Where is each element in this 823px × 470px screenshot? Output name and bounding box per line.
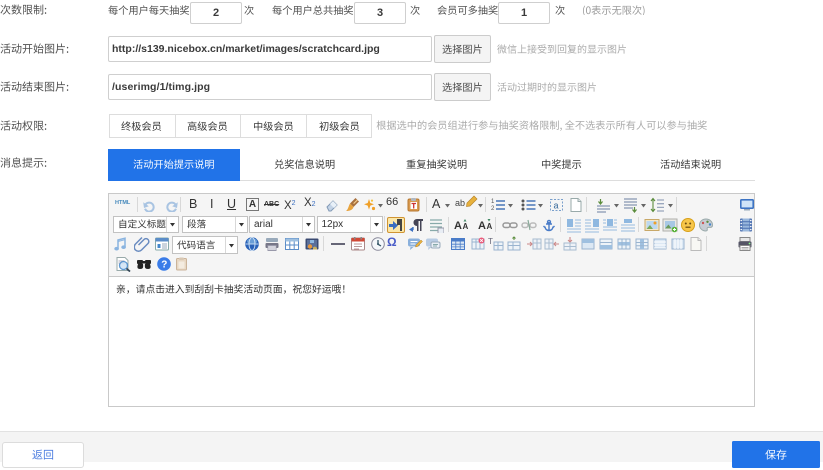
svg-text:A: A — [487, 222, 493, 231]
svg-text:2: 2 — [491, 206, 495, 212]
svg-text:A: A — [478, 220, 486, 232]
svg-text:1: 1 — [491, 199, 495, 205]
svg-text:A: A — [463, 222, 469, 231]
svg-text:T: T — [488, 237, 493, 246]
svg-text:A: A — [454, 220, 462, 232]
svg-text:?: ? — [161, 260, 167, 271]
svg-text:a: a — [554, 201, 559, 211]
